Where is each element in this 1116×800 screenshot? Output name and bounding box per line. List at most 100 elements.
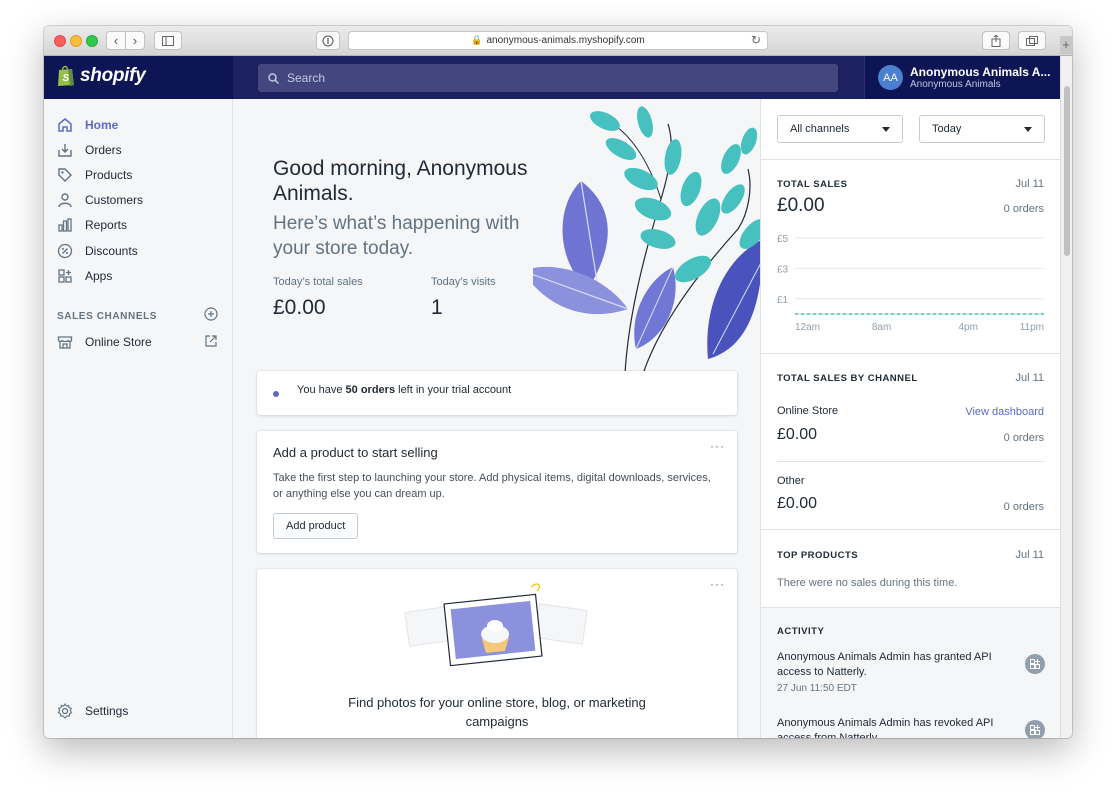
sidebar-item-label: Online Store xyxy=(85,335,152,349)
top-products-section: TOP PRODUCTS Jul 11 There were no sales … xyxy=(761,530,1060,608)
sidebar-item-label: Orders xyxy=(85,143,122,157)
online-store-channel-label: Online Store xyxy=(777,405,839,417)
total-sales-section: TOTAL SALES Jul 11 £0.00 0 orders £5 £3 £1… xyxy=(761,160,1060,354)
more-options-button[interactable]: ··· xyxy=(710,577,725,591)
x-tick-label: 12am xyxy=(795,322,820,333)
trial-suffix: left in your trial account xyxy=(395,384,512,396)
activity-heading: ACTIVITY xyxy=(777,626,825,637)
browser-window: ‹ › 🔒 anonymous-animals.myshopify.com ↻ … xyxy=(44,26,1072,738)
trial-prefix: You have xyxy=(297,384,346,396)
sidebar-item-label: Apps xyxy=(85,269,113,283)
tabs-icon xyxy=(1026,35,1038,46)
analytics-panel: All channels Today TOTAL SALES Jul 11 £0… xyxy=(760,99,1060,738)
browser-toolbar: ‹ › 🔒 anonymous-animals.myshopify.com ↻ xyxy=(44,26,1072,56)
store-icon xyxy=(56,333,74,351)
status-dot xyxy=(273,391,279,397)
caret-down-icon xyxy=(1024,127,1032,132)
sidebar: Home Orders Products Customers Reports D… xyxy=(44,99,233,738)
close-window-button[interactable] xyxy=(54,35,66,47)
today-visits-value: 1 xyxy=(431,296,443,319)
sidebar-toggle-button[interactable] xyxy=(154,31,182,50)
sidebar-item-settings[interactable]: Settings xyxy=(56,701,128,721)
sidebar-item-orders[interactable]: Orders xyxy=(56,140,122,160)
top-products-date: Jul 11 xyxy=(1015,549,1044,561)
leaves-illustration xyxy=(533,106,760,374)
gear-icon xyxy=(56,702,74,720)
sidebar-item-apps[interactable]: Apps xyxy=(56,266,112,286)
activity-item-text: Anonymous Animals Admin has granted API … xyxy=(777,651,992,678)
view-online-store-button[interactable] xyxy=(204,334,218,353)
plus-circle-icon xyxy=(204,307,218,321)
share-button[interactable] xyxy=(982,31,1010,50)
divider xyxy=(777,461,1044,462)
orders-icon xyxy=(56,141,74,159)
date-select-value: Today xyxy=(932,123,962,135)
avatar: AA xyxy=(878,65,903,90)
activity-item-time: 27 Jun 11:50 EDT xyxy=(777,683,857,694)
x-tick-label: 8am xyxy=(872,322,891,333)
more-options-button[interactable]: ··· xyxy=(710,439,725,453)
logo-text: shopify xyxy=(80,64,146,86)
page-info-button[interactable] xyxy=(316,31,340,50)
x-tick-label: 4pm xyxy=(958,322,977,333)
sidebar-item-customers[interactable]: Customers xyxy=(56,190,143,210)
channel-select[interactable]: All channels xyxy=(777,115,903,143)
url-text: anonymous-animals.myshopify.com xyxy=(486,35,645,46)
store-name: Anonymous Animals xyxy=(910,79,1001,90)
sidebar-item-label: Reports xyxy=(85,218,128,232)
add-product-button[interactable]: Add product xyxy=(273,513,359,539)
info-icon xyxy=(322,35,334,46)
other-sales-value: £0.00 xyxy=(777,495,818,512)
user-menu[interactable]: AA Anonymous Animals A... Anonymous Anim… xyxy=(864,56,1060,99)
total-sales-chart: £5 £3 £1 12am 8am 4pm 11pm xyxy=(777,234,1044,333)
sidebar-item-discounts[interactable]: Discounts xyxy=(56,241,138,261)
y-tick-label: £5 xyxy=(777,234,789,245)
sidebar-item-label: Discounts xyxy=(85,244,138,258)
trial-banner: You have 50 orders left in your trial ac… xyxy=(257,371,737,415)
new-tab-button[interactable]: + xyxy=(1060,36,1072,54)
today-sales-value: £0.00 xyxy=(273,296,326,319)
reload-icon[interactable]: ↻ xyxy=(751,33,761,47)
sidebar-item-online-store[interactable]: Online Store xyxy=(56,332,152,352)
sidebar-item-label: Products xyxy=(85,168,133,182)
sidebar-item-reports[interactable]: Reports xyxy=(56,215,127,235)
tabs-overview-button[interactable] xyxy=(1018,31,1046,50)
add-product-title: Add a product to start selling xyxy=(273,445,438,460)
tag-icon xyxy=(56,166,74,184)
person-icon xyxy=(56,191,74,209)
sidebar-item-home[interactable]: Home xyxy=(56,115,118,135)
y-tick-label: £1 xyxy=(777,295,789,306)
find-photos-title: Find photos for your online store, blog,… xyxy=(348,695,646,729)
app-icon xyxy=(1025,654,1045,674)
app-icon xyxy=(1025,720,1045,738)
sidebar-item-label: Home xyxy=(85,118,119,132)
add-product-description: Take the first step to launching your st… xyxy=(273,472,711,500)
view-dashboard-link[interactable]: View dashboard xyxy=(965,406,1044,418)
find-photos-card: ··· Find photos for your online store, b… xyxy=(257,569,737,738)
sidebar-item-products[interactable]: Products xyxy=(56,165,132,185)
forward-button[interactable]: › xyxy=(125,31,145,50)
sidebar-item-label: Customers xyxy=(85,193,144,207)
back-button[interactable]: ‹ xyxy=(106,31,126,50)
top-products-empty-text: There were no sales during this time. xyxy=(777,577,958,589)
activity-section: ACTIVITY Anonymous Animals Admin has gra… xyxy=(761,608,1060,738)
zoom-window-button[interactable] xyxy=(86,35,98,47)
date-range-select[interactable]: Today xyxy=(919,115,1045,143)
apps-icon xyxy=(56,267,74,285)
page-scrollbar[interactable] xyxy=(1060,56,1072,738)
external-link-icon xyxy=(205,335,217,347)
shopify-logo[interactable]: S shopify xyxy=(56,64,146,87)
sidebar-item-label: Settings xyxy=(85,704,129,718)
sidebar-icon xyxy=(162,35,174,46)
minimize-window-button[interactable] xyxy=(70,35,82,47)
channel-select-value: All channels xyxy=(790,123,850,135)
share-icon xyxy=(991,34,1001,47)
user-name: Anonymous Animals A... xyxy=(910,65,1051,79)
search-input[interactable]: Search xyxy=(258,64,838,92)
add-sales-channel-button[interactable] xyxy=(204,307,218,326)
other-orders: 0 orders xyxy=(1003,501,1044,513)
top-products-heading: TOP PRODUCTS xyxy=(777,550,859,561)
caret-down-icon xyxy=(882,127,890,132)
address-bar[interactable]: 🔒 anonymous-animals.myshopify.com ↻ xyxy=(348,31,768,50)
scrollbar-thumb[interactable] xyxy=(1064,86,1070,256)
